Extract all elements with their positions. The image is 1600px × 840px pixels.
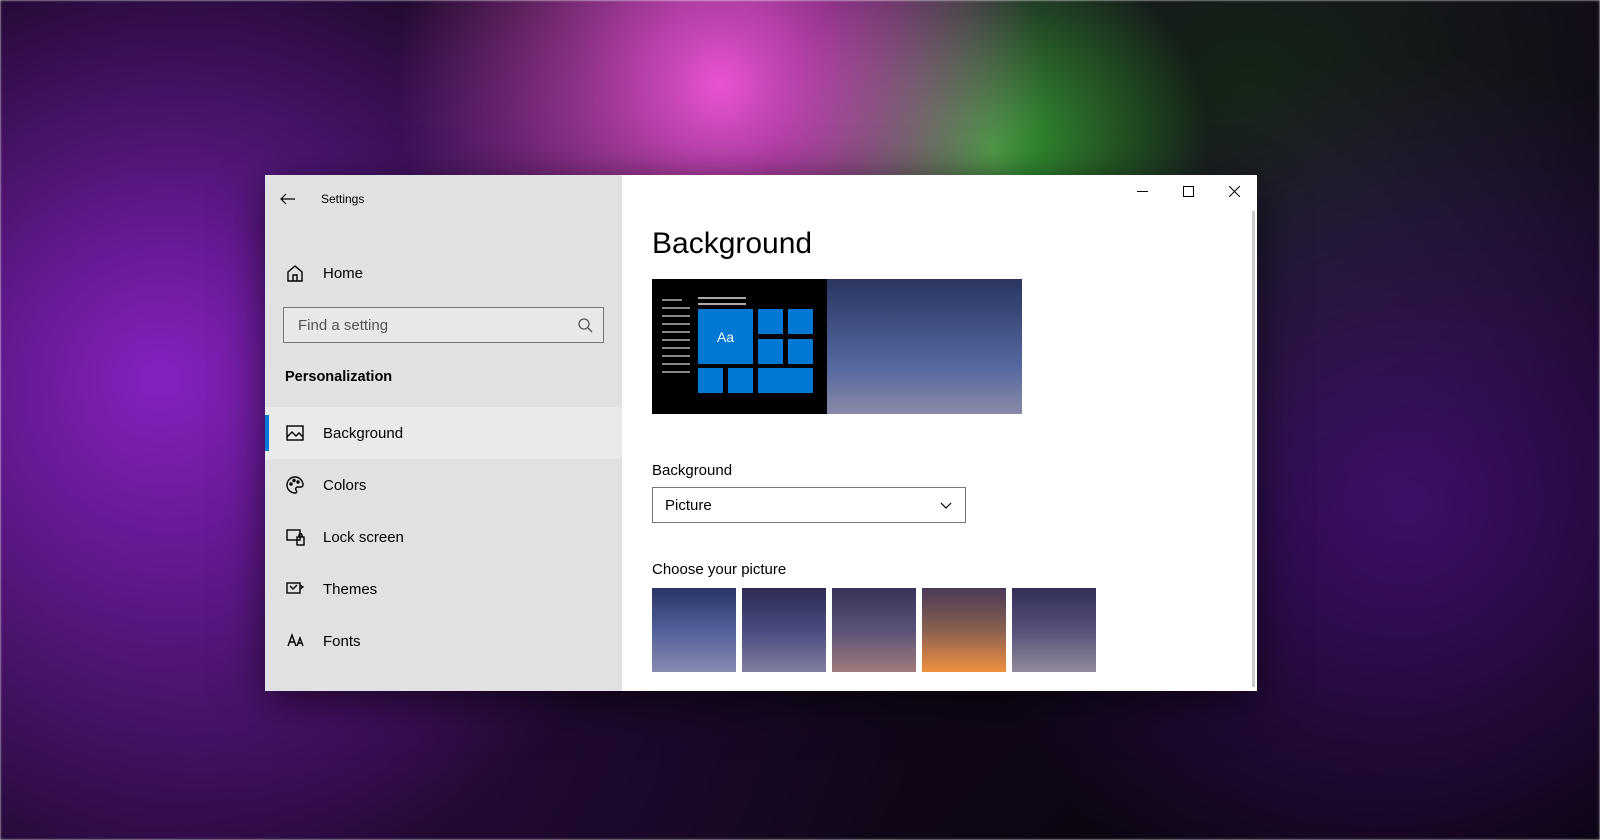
page-title: Background	[652, 227, 1227, 261]
scrollbar[interactable]	[1252, 211, 1255, 687]
arrow-left-icon	[280, 191, 296, 207]
close-button[interactable]	[1211, 175, 1257, 207]
main-content: Background Aa	[622, 175, 1257, 691]
desktop-preview: Aa	[652, 279, 1022, 414]
nav-label: Lock screen	[323, 529, 404, 546]
chevron-down-icon	[939, 498, 953, 512]
nav-themes[interactable]: Themes	[265, 563, 622, 615]
picture-thumb-2[interactable]	[742, 588, 826, 672]
home-label: Home	[323, 265, 363, 282]
preview-tile-text: Aa	[717, 329, 734, 345]
themes-icon	[285, 579, 305, 599]
nav-background[interactable]: Background	[265, 407, 622, 459]
preview-start: Aa	[698, 297, 819, 404]
search-box[interactable]	[283, 307, 604, 343]
background-dropdown[interactable]: Picture	[652, 487, 966, 523]
choose-picture-label: Choose your picture	[652, 561, 1227, 578]
nav-lock-screen[interactable]: Lock screen	[265, 511, 622, 563]
nav-label: Background	[323, 425, 403, 442]
home-icon	[285, 263, 305, 283]
nav-fonts[interactable]: Fonts	[265, 615, 622, 667]
picture-thumb-5[interactable]	[1012, 588, 1096, 672]
search-input[interactable]	[298, 317, 577, 334]
preview-tile-large: Aa	[698, 309, 753, 364]
minimize-icon	[1137, 186, 1148, 197]
nav-colors[interactable]: Colors	[265, 459, 622, 511]
titlebar: Settings	[265, 183, 622, 215]
settings-window: Settings Home Personalization Background	[265, 175, 1257, 691]
picture-icon	[285, 423, 305, 443]
background-type-label: Background	[652, 462, 1227, 479]
lock-screen-icon	[285, 527, 305, 547]
preview-wallpaper	[827, 279, 1022, 414]
preview-menu-lines	[662, 299, 690, 404]
sidebar: Settings Home Personalization Background	[265, 175, 622, 691]
window-title: Settings	[321, 192, 364, 206]
section-label: Personalization	[265, 369, 622, 385]
picture-thumb-1[interactable]	[652, 588, 736, 672]
close-icon	[1229, 186, 1240, 197]
home-nav[interactable]: Home	[265, 253, 622, 293]
nav-label: Themes	[323, 581, 377, 598]
picture-thumbnails	[652, 588, 1227, 672]
preview-taskbar: Aa	[652, 279, 827, 414]
palette-icon	[285, 475, 305, 495]
nav-label: Fonts	[323, 633, 361, 650]
nav-label: Colors	[323, 477, 366, 494]
fonts-icon	[285, 631, 305, 651]
minimize-button[interactable]	[1119, 175, 1165, 207]
back-button[interactable]	[279, 190, 297, 208]
window-controls	[1119, 175, 1257, 207]
picture-thumb-4[interactable]	[922, 588, 1006, 672]
picture-thumb-3[interactable]	[832, 588, 916, 672]
maximize-button[interactable]	[1165, 175, 1211, 207]
search-icon	[577, 317, 593, 333]
maximize-icon	[1183, 186, 1194, 197]
dropdown-value: Picture	[665, 497, 712, 514]
